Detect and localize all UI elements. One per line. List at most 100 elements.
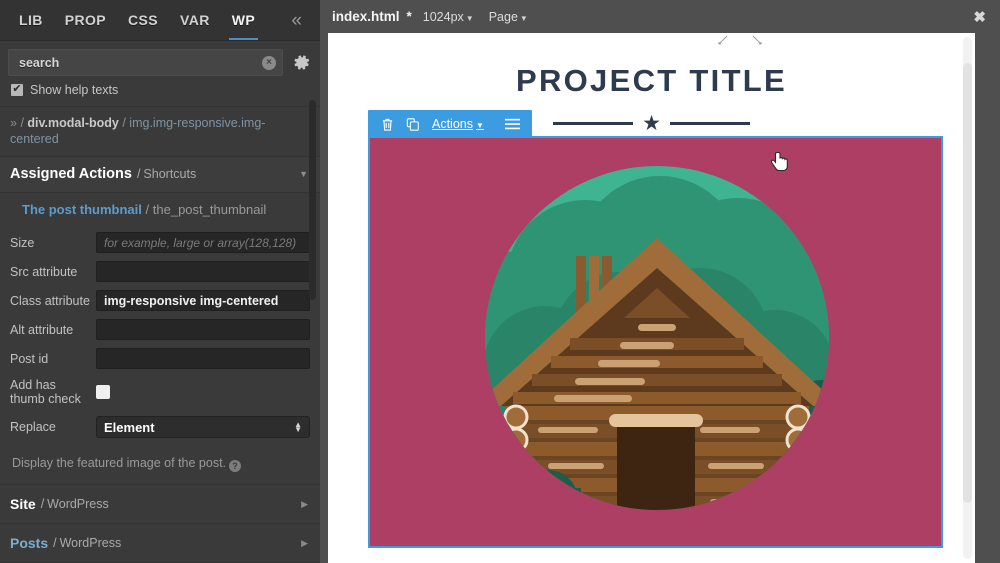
show-help-texts-label: Show help texts: [30, 83, 119, 97]
app-root: LIB PROP CSS VAR WP « search × ✔ Show he…: [0, 0, 1000, 563]
sidebar-scrollbar-thumb[interactable]: [309, 100, 316, 300]
field-row-replace: Replace Element ▲ ▼: [10, 411, 310, 443]
field-row-size: Size for example, large or array(128,128…: [10, 228, 310, 257]
field-label-add-has-thumb-check: Add has thumb check: [10, 378, 81, 406]
breadcrumb-parent[interactable]: div.modal-body: [27, 116, 118, 130]
action-help-text: Display the featured image of the post.: [12, 456, 227, 470]
list-item-site-sep: /: [40, 497, 45, 511]
assigned-actions-title: Assigned Actions: [10, 166, 132, 182]
show-help-texts-row[interactable]: Show help texts: [0, 82, 320, 106]
collapse-sidebar-icon[interactable]: «: [281, 0, 312, 40]
design-canvas[interactable]: PROJECT TITLE ★ Actions ▼: [328, 33, 975, 563]
question-mark-icon[interactable]: ?: [229, 460, 242, 472]
field-row-alt-attribute: Alt attribute: [10, 315, 310, 344]
chevron-down-icon: ▼: [465, 13, 474, 23]
search-input-value: search: [19, 55, 60, 70]
modified-marker: *: [406, 9, 412, 24]
field-input-size[interactable]: for example, large or array(128,128): [96, 232, 310, 253]
assigned-actions-subtitle: Shortcuts: [143, 167, 197, 181]
tab-prop-label: PROP: [64, 12, 107, 28]
stepper-arrows-icon[interactable]: ▲ ▼: [294, 421, 302, 434]
tab-lib[interactable]: LIB: [8, 0, 54, 39]
field-input-alt-attribute[interactable]: [96, 319, 310, 340]
field-label-alt-attribute: Alt attribute: [10, 322, 74, 337]
field-value-replace: Element: [104, 419, 155, 435]
list-item-site[interactable]: Site / WordPress ▶: [0, 485, 320, 524]
main-panel: index.html * 1024px ▼ Page ▼ ✖ PROJECT TIT…: [320, 0, 1000, 563]
breadcrumb[interactable]: » / div.modal-body / img.img-responsive.…: [0, 106, 320, 156]
tab-wp-label: WP: [231, 12, 256, 28]
featured-image[interactable]: [370, 138, 941, 546]
breadcrumb-sep-1: /: [20, 116, 24, 130]
field-row-post-id: Post id: [10, 344, 310, 373]
field-row-add-has-thumb-check: Add has thumb check: [10, 373, 310, 411]
breadcrumb-prefix: »: [10, 116, 17, 130]
action-name: The post thumbnail: [22, 202, 142, 217]
field-select-replace[interactable]: Element ▲ ▼: [96, 416, 310, 438]
action-fields-form: Size for example, large or array(128,128…: [0, 225, 320, 447]
tab-active-indicator: [228, 38, 259, 40]
field-input-class-attribute[interactable]: img-responsive img-centered: [96, 290, 310, 311]
tab-css-label: CSS: [128, 12, 159, 28]
divider-line-left: [553, 122, 634, 125]
field-row-class-attribute: Class attribute img-responsive img-cente…: [10, 286, 310, 315]
sidebar-panel: LIB PROP CSS VAR WP « search × ✔ Show he…: [0, 0, 320, 563]
document-filename[interactable]: index.html: [332, 9, 400, 24]
list-item-posts[interactable]: Posts / WordPress ▶: [0, 524, 320, 563]
list-item-posts-sep: /: [53, 536, 57, 550]
main-toolbar: index.html * 1024px ▼ Page ▼ ✖: [320, 0, 1000, 33]
assigned-actions-header[interactable]: Assigned Actions / Shortcuts ▼: [0, 156, 320, 193]
list-item-posts-source: WordPress: [59, 536, 122, 550]
close-icon[interactable]: ✖: [971, 8, 988, 26]
field-label-post-id: Post id: [10, 351, 49, 366]
field-label-replace: Replace: [10, 420, 56, 434]
action-slug: the_post_thumbnail: [152, 202, 267, 217]
log-cabin-illustration: [370, 138, 941, 546]
field-label-size: Size: [10, 235, 35, 250]
search-row: search ×: [0, 41, 320, 83]
page-menu[interactable]: Page ▼: [489, 10, 528, 24]
action-title-row[interactable]: The post thumbnail / the_post_thumbnail: [0, 193, 320, 225]
field-input-src-attribute[interactable]: [96, 261, 310, 282]
trash-icon[interactable]: [374, 111, 400, 137]
field-label-class-attribute: Class attribute: [10, 293, 90, 308]
tab-var-label: VAR: [180, 12, 210, 28]
field-checkbox-add-has-thumb-check[interactable]: [96, 385, 110, 399]
actions-dropdown-label: Actions: [432, 117, 473, 131]
page-title: PROJECT TITLE: [515, 63, 788, 98]
action-help-text-row: Display the featured image of the post.?: [0, 447, 320, 484]
tab-css[interactable]: CSS: [117, 0, 169, 39]
sidebar-tabbar: LIB PROP CSS VAR WP «: [0, 0, 320, 41]
star-icon: ★: [642, 112, 661, 135]
tab-prop[interactable]: PROP: [54, 0, 117, 39]
list-item-site-name: Site: [10, 496, 36, 512]
hamburger-menu-icon[interactable]: [500, 111, 526, 137]
search-input[interactable]: search ×: [8, 49, 283, 76]
tab-wp[interactable]: WP: [221, 0, 266, 40]
page-menu-label: Page: [488, 9, 518, 24]
field-row-src-attribute: Src attribute: [10, 257, 310, 286]
field-input-post-id[interactable]: [96, 348, 310, 369]
chevron-down-icon: ▼: [519, 13, 528, 23]
chevron-right-icon[interactable]: ▶: [301, 499, 308, 510]
viewport-width-selector[interactable]: 1024px ▼: [423, 10, 474, 24]
chevron-right-icon[interactable]: ▶: [301, 538, 308, 549]
canvas-scrollbar-thumb[interactable]: [963, 63, 972, 503]
field-label-src-attribute: Src attribute: [10, 264, 78, 279]
tab-lib-label: LIB: [19, 12, 43, 28]
sidebar-bottom-list: Site / WordPress ▶ Posts / WordPress ▶: [0, 484, 320, 563]
element-toolbar: Actions ▼: [368, 110, 532, 138]
actions-dropdown-button[interactable]: Actions ▼: [426, 117, 488, 131]
list-item-site-source: WordPress: [47, 497, 109, 511]
action-sep: /: [145, 202, 150, 217]
viewport-width-value: 1024px: [422, 9, 464, 24]
assigned-actions-subtitle-sep: /: [136, 167, 141, 181]
copy-icon[interactable]: [400, 111, 426, 137]
tab-var[interactable]: VAR: [169, 0, 221, 39]
show-help-texts-checkbox[interactable]: [11, 82, 23, 96]
chevron-down-icon: ▼: [476, 121, 484, 130]
selected-image-wrapper[interactable]: Actions ▼: [368, 110, 943, 548]
breadcrumb-sep-2: /: [122, 116, 126, 130]
clear-search-icon[interactable]: ×: [262, 55, 276, 70]
chevron-down-icon[interactable]: ▼: [299, 169, 308, 179]
